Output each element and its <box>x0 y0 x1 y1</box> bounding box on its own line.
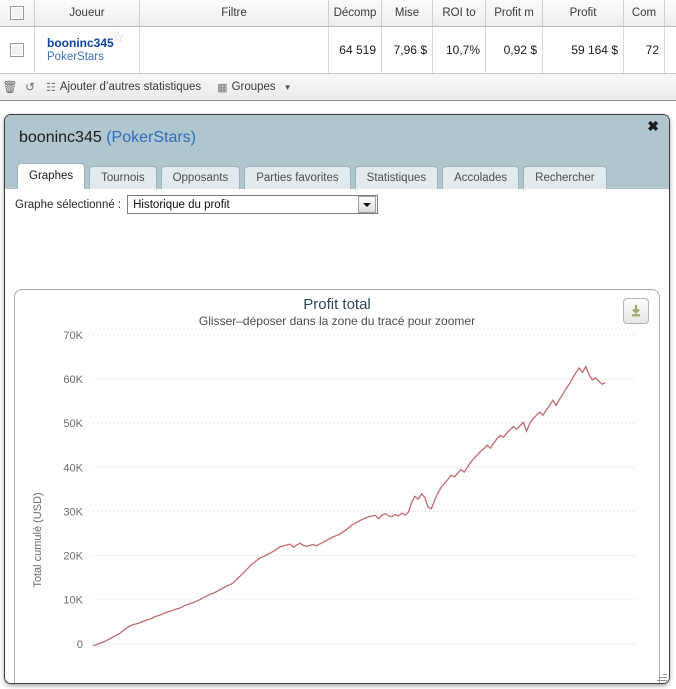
dialog-tabs: Graphes Tournois Opposants Parties favor… <box>17 163 607 189</box>
grid-icon: ▦ <box>217 81 228 94</box>
player-cell[interactable]: ☆ booninc345 PokerStars <box>34 26 140 74</box>
dialog-title-site: (PokerStars) <box>106 129 196 146</box>
add-stats-label: Ajouter d’autres statistiques <box>59 81 202 93</box>
column-header-mise[interactable]: Mise <box>381 0 433 27</box>
y-tick-label: 20K <box>63 551 83 563</box>
y-tick-label: 40K <box>63 462 83 474</box>
column-header-profit-moyen[interactable]: Profit m <box>485 0 543 27</box>
close-icon[interactable]: ✖ <box>647 119 659 133</box>
column-header-rake-total[interactable]: Rake tota <box>664 0 676 27</box>
y-tick-label: 50K <box>63 418 83 430</box>
chevron-down-icon[interactable] <box>358 196 377 213</box>
column-header-joueur[interactable]: Joueur <box>34 0 140 27</box>
player-details-dialog: booninc345 (PokerStars) ✖ Graphes Tourno… <box>4 114 670 684</box>
y-tick-label: 30K <box>63 506 83 518</box>
dialog-title: booninc345 (PokerStars) <box>19 129 196 147</box>
player-site: PokerStars <box>47 51 104 63</box>
star-icon[interactable]: ☆ <box>112 30 125 45</box>
refresh-icon[interactable]: ↺ <box>20 80 40 94</box>
dialog-header: booninc345 (PokerStars) ✖ Graphes Tourno… <box>5 115 669 189</box>
chart-line-profit <box>92 365 606 647</box>
column-header-com[interactable]: Com <box>623 0 665 27</box>
column-header-decompte[interactable]: Décomp <box>328 0 382 27</box>
filtre-cell[interactable] <box>139 26 329 74</box>
com-cell: 72 <box>623 26 665 74</box>
profit-chart-svg[interactable]: -10K010K20K30K40K50K60K70K 0k10k20k30k40… <box>15 290 659 684</box>
add-stats-button[interactable]: ☷ Ajouter d’autres statistiques <box>46 81 201 94</box>
resize-grip-icon[interactable] <box>655 670 667 682</box>
add-column-icon: ☷ <box>46 81 56 94</box>
graph-select[interactable]: Historique du profit <box>127 195 379 214</box>
groups-button[interactable]: ▦ Groupes ▼ <box>217 81 291 94</box>
chart-y-tick-labels: -10K 0 10K 20K 30K 40K 50K 60K 70K <box>60 330 84 684</box>
dialog-title-name: booninc345 <box>19 129 102 146</box>
y-tick-label: 70K <box>63 330 83 342</box>
column-header-profit[interactable]: Profit <box>542 0 624 27</box>
y-tick-label: 10K <box>63 595 83 607</box>
tab-accolades[interactable]: Accolades <box>442 166 520 189</box>
tab-statistiques[interactable]: Statistiques <box>354 166 439 189</box>
tab-rechercher[interactable]: Rechercher <box>523 166 607 189</box>
y-tick-label: -10K <box>60 683 84 684</box>
decompte-cell: 64 519 <box>328 26 382 74</box>
column-header-checkbox[interactable] <box>0 0 35 27</box>
tab-tournois[interactable]: Tournois <box>89 166 157 189</box>
select-all-checkbox[interactable] <box>10 6 24 20</box>
profit-cell: 59 164 $ <box>542 26 624 74</box>
profit-moyen-cell: 0,92 $ <box>485 26 543 74</box>
groups-label: Groupes <box>231 81 276 93</box>
mise-cell: 7,96 $ <box>381 26 433 74</box>
table-toolbar: 🗑 ↺ ☷ Ajouter d’autres statistiques ▦ Gr… <box>0 74 676 101</box>
chart-gridlines <box>93 334 635 645</box>
tab-graphes[interactable]: Graphes <box>17 163 86 189</box>
column-header-filtre[interactable]: Filtre <box>139 0 329 27</box>
chart-panel: Profit total Glisser–déposer dans la zon… <box>14 289 660 684</box>
table-row[interactable]: ☆ booninc345 PokerStars 64 519 7,96 $ 10… <box>0 26 676 74</box>
column-header-roi[interactable]: ROI to <box>432 0 486 27</box>
graph-select-value: Historique du profit <box>133 198 230 211</box>
tab-parties-favorites[interactable]: Parties favorites <box>244 166 351 189</box>
table-header-row: Joueur Filtre Décomp Mise ROI to Profit … <box>0 0 676 27</box>
chevron-down-icon[interactable]: ▼ <box>284 83 292 92</box>
y-tick-label: 60K <box>63 374 83 386</box>
graph-selector-row: Graphe sélectionné : Historique du profi… <box>5 189 669 219</box>
row-checkbox[interactable] <box>10 43 24 58</box>
chart-y-axis-label: Total cumulé (USD) <box>32 492 44 587</box>
trash-icon[interactable]: 🗑 <box>0 80 20 94</box>
app-root: Joueur Filtre Décomp Mise ROI to Profit … <box>0 0 676 689</box>
graph-selector-label: Graphe sélectionné : <box>15 198 122 211</box>
roi-cell: 10,7% <box>432 26 486 74</box>
row-select-cell[interactable] <box>0 26 35 74</box>
rake-total-cell: 39 834 $ <box>664 26 676 74</box>
y-tick-label: 0 <box>77 639 83 651</box>
dialog-body: Graphe sélectionné : Historique du profi… <box>5 189 669 683</box>
players-table: Joueur Filtre Décomp Mise ROI to Profit … <box>0 0 676 74</box>
tab-opposants[interactable]: Opposants <box>160 166 241 189</box>
